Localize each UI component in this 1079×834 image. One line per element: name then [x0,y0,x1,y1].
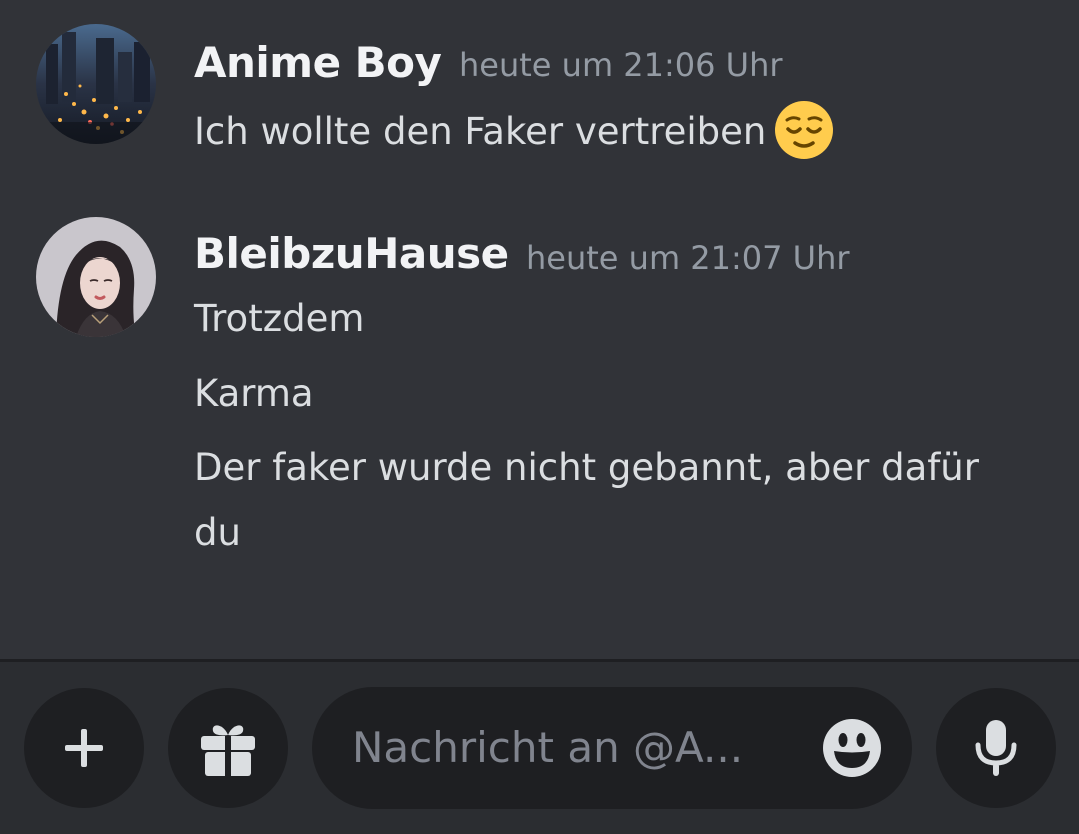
message-timestamp: heute um 21:07 Uhr [526,239,850,277]
emoji-picker-icon[interactable] [822,718,882,778]
message-input[interactable]: Nachricht an @A... [312,687,912,809]
username[interactable]: Anime Boy [194,38,442,87]
message-line: Der faker wurde nicht gebannt, aber dafü… [194,446,979,489]
plus-icon [65,729,103,767]
message-line: Karma [194,372,314,415]
avatar[interactable] [36,217,156,337]
relieved-face-icon [775,101,834,159]
gift-button[interactable] [168,688,288,808]
voice-message-button[interactable] [936,688,1056,808]
message-input-placeholder: Nachricht an @A... [352,723,744,772]
avatar[interactable] [36,24,156,144]
message-text: Ich wollte den Faker vertreiben [194,100,834,160]
message-list: Anime Boy heute um 21:06 Uhr Ich wollte … [0,0,1079,660]
message-line: Trotzdem [194,297,365,340]
message-timestamp: heute um 21:06 Uhr [459,46,783,84]
add-attachment-button[interactable] [24,688,144,808]
gift-icon [201,725,255,776]
username[interactable]: BleibzuHause [194,229,509,278]
message-line: du [194,511,241,554]
microphone-icon [975,720,1017,776]
message-line: Ich wollte den Faker vertreiben [194,110,767,153]
